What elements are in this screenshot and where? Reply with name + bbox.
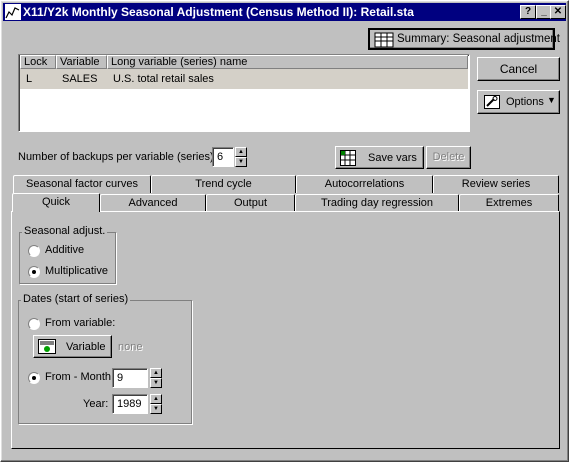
variable-picker-icon (38, 339, 56, 354)
radio-selected-dot (32, 376, 36, 380)
spin-up-icon[interactable]: ▲ (150, 368, 162, 378)
month-input[interactable]: 9 (112, 368, 148, 388)
from-month-radio[interactable] (28, 372, 40, 384)
window-title: X11/Y2k Monthly Seasonal Adjustment (Cen… (23, 5, 414, 19)
cancel-button[interactable]: Cancel (477, 57, 560, 81)
backups-input[interactable]: 6 (212, 147, 234, 167)
tab-quick[interactable]: Quick (12, 193, 100, 212)
additive-label: Additive (45, 244, 85, 256)
title-bar[interactable]: X11/Y2k Monthly Seasonal Adjustment (Cen… (3, 3, 566, 21)
tab-trading-day-regression[interactable]: Trading day regression (295, 194, 459, 212)
table-row[interactable]: L SALES U.S. total retail sales (20, 69, 468, 89)
help-button[interactable]: ? (520, 5, 536, 19)
save-vars-button[interactable]: Save vars (335, 146, 424, 169)
cell-lock: L (26, 73, 33, 85)
tab-autocorrelations[interactable]: Autocorrelations (296, 175, 433, 193)
cell-long-name: U.S. total retail sales (113, 73, 214, 85)
spin-down-icon[interactable]: ▼ (235, 157, 247, 167)
dates-group: Dates (start of series) From variable: V… (18, 293, 192, 424)
delete-button[interactable]: Delete (426, 146, 471, 169)
options-button[interactable]: Options ▼ (477, 90, 560, 114)
summary-button[interactable]: Summary: Seasonal adjustment (368, 28, 560, 50)
summary-label: Summary: Seasonal adjustment (397, 33, 560, 45)
save-grid-icon (340, 150, 356, 166)
tab-output[interactable]: Output (206, 194, 295, 212)
spin-down-icon[interactable]: ▼ (150, 378, 162, 388)
additive-radio[interactable] (28, 245, 40, 257)
month-stepper[interactable]: ▲ ▼ (150, 368, 162, 388)
backups-label: Number of backups per variable (series): (18, 151, 217, 163)
variable-value: none (118, 341, 143, 353)
tab-trend-cycle[interactable]: Trend cycle (151, 175, 296, 193)
year-label: Year: (83, 398, 109, 410)
col-header-long-name[interactable]: Long variable (series) name (107, 55, 468, 69)
tab-seasonal-factor-curves[interactable]: Seasonal factor curves (13, 175, 151, 193)
radio-selected-dot (32, 270, 36, 274)
seasonal-adjust-group: Seasonal adjust. Additive Multiplicative (19, 225, 116, 284)
save-vars-label: Save vars (368, 152, 417, 164)
chart-app-icon (5, 4, 21, 20)
options-icon (484, 95, 500, 109)
tab-panel-quick: Seasonal adjust. Additive Multiplicative… (11, 211, 560, 449)
dialog-window: X11/Y2k Monthly Seasonal Adjustment (Cen… (0, 0, 569, 462)
cell-variable: SALES (62, 73, 98, 85)
close-button[interactable]: ✕ (550, 5, 566, 19)
tab-extremes[interactable]: Extremes (459, 194, 559, 212)
from-variable-label: From variable: (45, 317, 116, 329)
from-month-label: From - Month (45, 371, 112, 383)
variables-table[interactable]: Lock Variable Long variable (series) nam… (18, 54, 470, 132)
year-stepper[interactable]: ▲ ▼ (150, 394, 162, 414)
variable-button[interactable]: Variable (33, 335, 112, 358)
caret-down-icon: ▼ (547, 95, 556, 105)
tab-advanced[interactable]: Advanced (100, 194, 206, 212)
col-header-variable[interactable]: Variable (56, 55, 107, 69)
spin-up-icon[interactable]: ▲ (150, 394, 162, 404)
multiplicative-radio[interactable] (28, 266, 40, 278)
options-label: Options (506, 96, 544, 108)
col-header-lock[interactable]: Lock (20, 55, 56, 69)
dates-title: Dates (start of series) (21, 293, 131, 305)
spin-up-icon[interactable]: ▲ (235, 147, 247, 157)
spin-down-icon[interactable]: ▼ (150, 404, 162, 414)
seasonal-adjust-title: Seasonal adjust. (22, 225, 108, 237)
variable-label: Variable (66, 341, 106, 353)
tab-review-series[interactable]: Review series (433, 175, 559, 193)
table-icon (374, 32, 394, 48)
backups-stepper[interactable]: ▲ ▼ (235, 147, 247, 167)
from-variable-radio[interactable] (28, 318, 40, 330)
multiplicative-label: Multiplicative (45, 265, 108, 277)
year-input[interactable]: 1989 (112, 394, 148, 414)
